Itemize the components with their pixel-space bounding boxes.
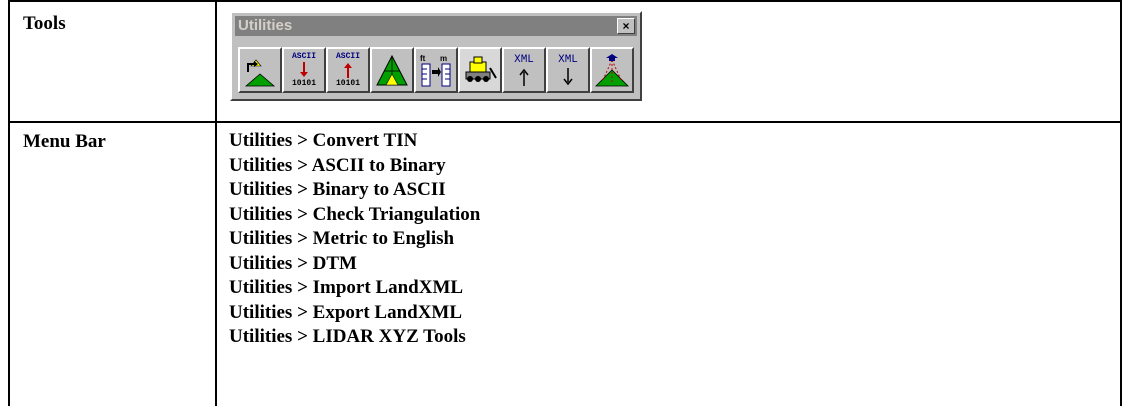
table-border-top xyxy=(8,0,1122,2)
toolbar-title: Utilities xyxy=(238,17,293,34)
table-border-right xyxy=(1120,0,1122,406)
menu-item-import-landxml: Utilities > Import LandXML xyxy=(229,277,464,298)
row-label-menu-bar: Menu Bar xyxy=(23,131,106,152)
menu-bar-list: Utilities > Convert TIN Utilities > ASCI… xyxy=(229,129,480,350)
menu-item-convert-tin: Utilities > Convert TIN xyxy=(229,130,418,151)
ascii-label: ASCII xyxy=(335,52,360,61)
menu-item-binary-to-ascii: Utilities > Binary to ASCII xyxy=(229,179,446,200)
toolbar-buttons: ASCII 10101 ASCII 10101 ft m XML XML xyxy=(238,47,634,93)
xml-label: XML xyxy=(558,54,578,66)
utilities-toolbar: Utilities × ASCII 10101 ASCII 10101 ft m… xyxy=(230,11,642,101)
up-arrow-icon xyxy=(344,63,352,78)
ascii-to-binary-icon: ASCII 10101 xyxy=(286,52,322,88)
menu-item-lidar-xyz-tools: Utilities > LIDAR XYZ Tools xyxy=(229,326,466,347)
toolbar-titlebar[interactable]: Utilities × xyxy=(235,16,637,36)
import-landxml-icon: XML xyxy=(506,52,542,88)
menu-item-metric-to-english: Utilities > Metric to English xyxy=(229,228,455,249)
menu-item-check-triangulation: Utilities > Check Triangulation xyxy=(229,203,481,225)
close-icon: × xyxy=(622,19,630,33)
convert-tin-button[interactable] xyxy=(238,47,282,93)
check-triangulation-button[interactable] xyxy=(370,47,414,93)
lidar-xyz-tools-icon xyxy=(595,54,629,87)
menu-item-export-landxml: Utilities > Export LandXML xyxy=(229,301,463,323)
down-arrow-icon xyxy=(300,62,308,77)
table-border-left xyxy=(8,0,10,406)
metric-to-english-icon: ft m xyxy=(420,54,451,87)
xml-label: XML xyxy=(514,54,534,66)
convert-tin-icon xyxy=(244,59,276,87)
menu-item-dtm: Utilities > DTM xyxy=(229,252,357,274)
lidar-xyz-tools-button[interactable] xyxy=(590,47,634,93)
export-landxml-icon: XML xyxy=(550,52,586,88)
row-label-tools: Tools xyxy=(23,13,66,34)
menu-item-ascii-to-binary: Utilities > ASCII to Binary xyxy=(229,154,446,176)
dtm-button[interactable] xyxy=(458,47,502,93)
table-row-divider xyxy=(8,121,1122,123)
check-triangulation-icon xyxy=(376,54,408,86)
close-button[interactable]: × xyxy=(617,18,635,34)
binary-label: 10101 xyxy=(335,79,360,88)
dtm-icon xyxy=(465,56,497,82)
binary-to-ascii-button[interactable]: ASCII 10101 xyxy=(326,47,370,93)
down-arrow-icon xyxy=(563,68,573,86)
import-landxml-button[interactable]: XML xyxy=(502,47,546,93)
svg-text:ft: ft xyxy=(420,54,426,63)
export-landxml-button[interactable]: XML xyxy=(546,47,590,93)
binary-label: 10101 xyxy=(291,79,316,88)
binary-to-ascii-icon: ASCII 10101 xyxy=(330,52,366,88)
table-column-divider xyxy=(215,0,217,406)
svg-text:m: m xyxy=(440,54,447,63)
metric-to-english-button[interactable]: ft m xyxy=(414,47,458,93)
up-arrow-icon xyxy=(519,68,529,86)
ascii-to-binary-button[interactable]: ASCII 10101 xyxy=(282,47,326,93)
ascii-label: ASCII xyxy=(291,52,316,61)
